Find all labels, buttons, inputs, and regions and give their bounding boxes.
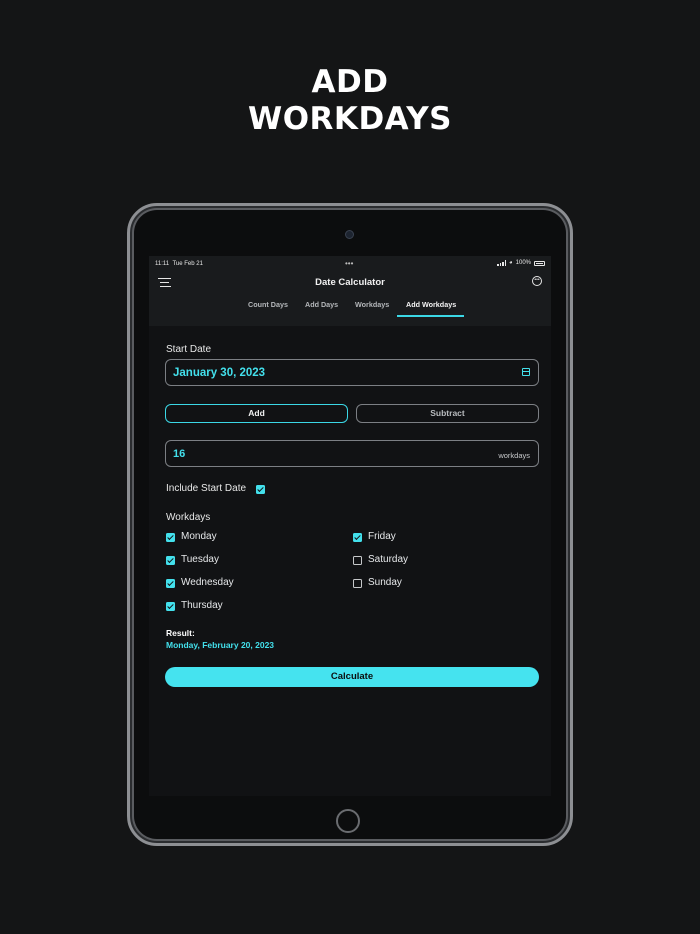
start-date-field[interactable]: January 30, 2023 bbox=[165, 359, 539, 386]
tab-add-days[interactable]: Add Days bbox=[305, 300, 338, 309]
sunday-checkbox[interactable] bbox=[353, 579, 362, 588]
status-bar: 11:11 Tue Feb 21 ••• ◕ 100% bbox=[149, 256, 551, 270]
battery-percent: 100% bbox=[515, 260, 531, 266]
thursday-checkbox[interactable] bbox=[166, 602, 175, 611]
start-date-value: January 30, 2023 bbox=[173, 367, 266, 379]
tab-add-workdays[interactable]: Add Workdays bbox=[406, 300, 456, 309]
tuesday-label: Tuesday bbox=[181, 554, 219, 565]
nav-title: Date Calculator bbox=[315, 277, 385, 288]
ellipsis-circle-icon[interactable]: ••• bbox=[532, 276, 542, 286]
tab-workdays[interactable]: Workdays bbox=[355, 300, 389, 309]
tab-bar: Count Days Add Days Workdays Add Workday… bbox=[149, 300, 551, 324]
amount-value: 16 bbox=[173, 448, 186, 460]
headline-line-2: WORKDAYS bbox=[248, 101, 452, 137]
amount-unit: workdays bbox=[498, 451, 530, 460]
home-button[interactable] bbox=[336, 809, 360, 833]
saturday-checkbox[interactable] bbox=[353, 556, 362, 565]
add-button[interactable]: Add bbox=[165, 404, 348, 423]
active-tab-indicator bbox=[397, 315, 464, 317]
wednesday-label: Wednesday bbox=[181, 577, 234, 588]
start-date-label: Start Date bbox=[166, 344, 212, 355]
workdays-label: Workdays bbox=[166, 512, 211, 523]
status-time: 11:11 Tue Feb 21 bbox=[155, 261, 203, 267]
workdays-amount-field[interactable]: 16 workdays bbox=[165, 440, 539, 467]
result-value: Monday, February 20, 2023 bbox=[166, 640, 275, 650]
tuesday-checkbox[interactable] bbox=[166, 556, 175, 565]
tab-count-days[interactable]: Count Days bbox=[248, 300, 288, 309]
subtract-button[interactable]: Subtract bbox=[356, 404, 539, 423]
multitasking-dots-icon[interactable]: ••• bbox=[345, 259, 353, 268]
include-start-date-checkbox[interactable] bbox=[256, 485, 265, 494]
battery-icon bbox=[534, 260, 545, 266]
include-start-date-label: Include Start Date bbox=[166, 483, 247, 494]
headline: ADD WORKDAYS bbox=[0, 64, 700, 138]
headline-line-1: ADD bbox=[311, 64, 389, 100]
cellular-signal-icon bbox=[497, 260, 507, 266]
app-screen: 11:11 Tue Feb 21 ••• ◕ 100% Date Calcula… bbox=[149, 256, 551, 796]
thursday-label: Thursday bbox=[181, 600, 223, 611]
friday-checkbox[interactable] bbox=[353, 533, 362, 542]
ipad-frame: 11:11 Tue Feb 21 ••• ◕ 100% Date Calcula… bbox=[127, 203, 573, 846]
wifi-icon: ◕ bbox=[509, 260, 513, 266]
status-date: Tue Feb 21 bbox=[172, 261, 203, 267]
status-indicators: ◕ 100% bbox=[497, 260, 545, 266]
monday-label: Monday bbox=[181, 531, 217, 542]
result-title: Result: bbox=[166, 628, 195, 638]
calculate-button[interactable]: Calculate bbox=[165, 667, 539, 687]
sunday-label: Sunday bbox=[368, 577, 402, 588]
saturday-label: Saturday bbox=[368, 554, 409, 565]
calendar-icon[interactable] bbox=[522, 368, 530, 376]
wednesday-checkbox[interactable] bbox=[166, 579, 175, 588]
add-workdays-form: Start Date January 30, 2023 Add Subtract… bbox=[149, 326, 551, 796]
camera-icon bbox=[345, 230, 354, 239]
monday-checkbox[interactable] bbox=[166, 533, 175, 542]
friday-label: Friday bbox=[368, 531, 396, 542]
status-clock: 11:11 bbox=[155, 261, 170, 267]
navigation-bar: Date Calculator ••• bbox=[149, 272, 551, 294]
